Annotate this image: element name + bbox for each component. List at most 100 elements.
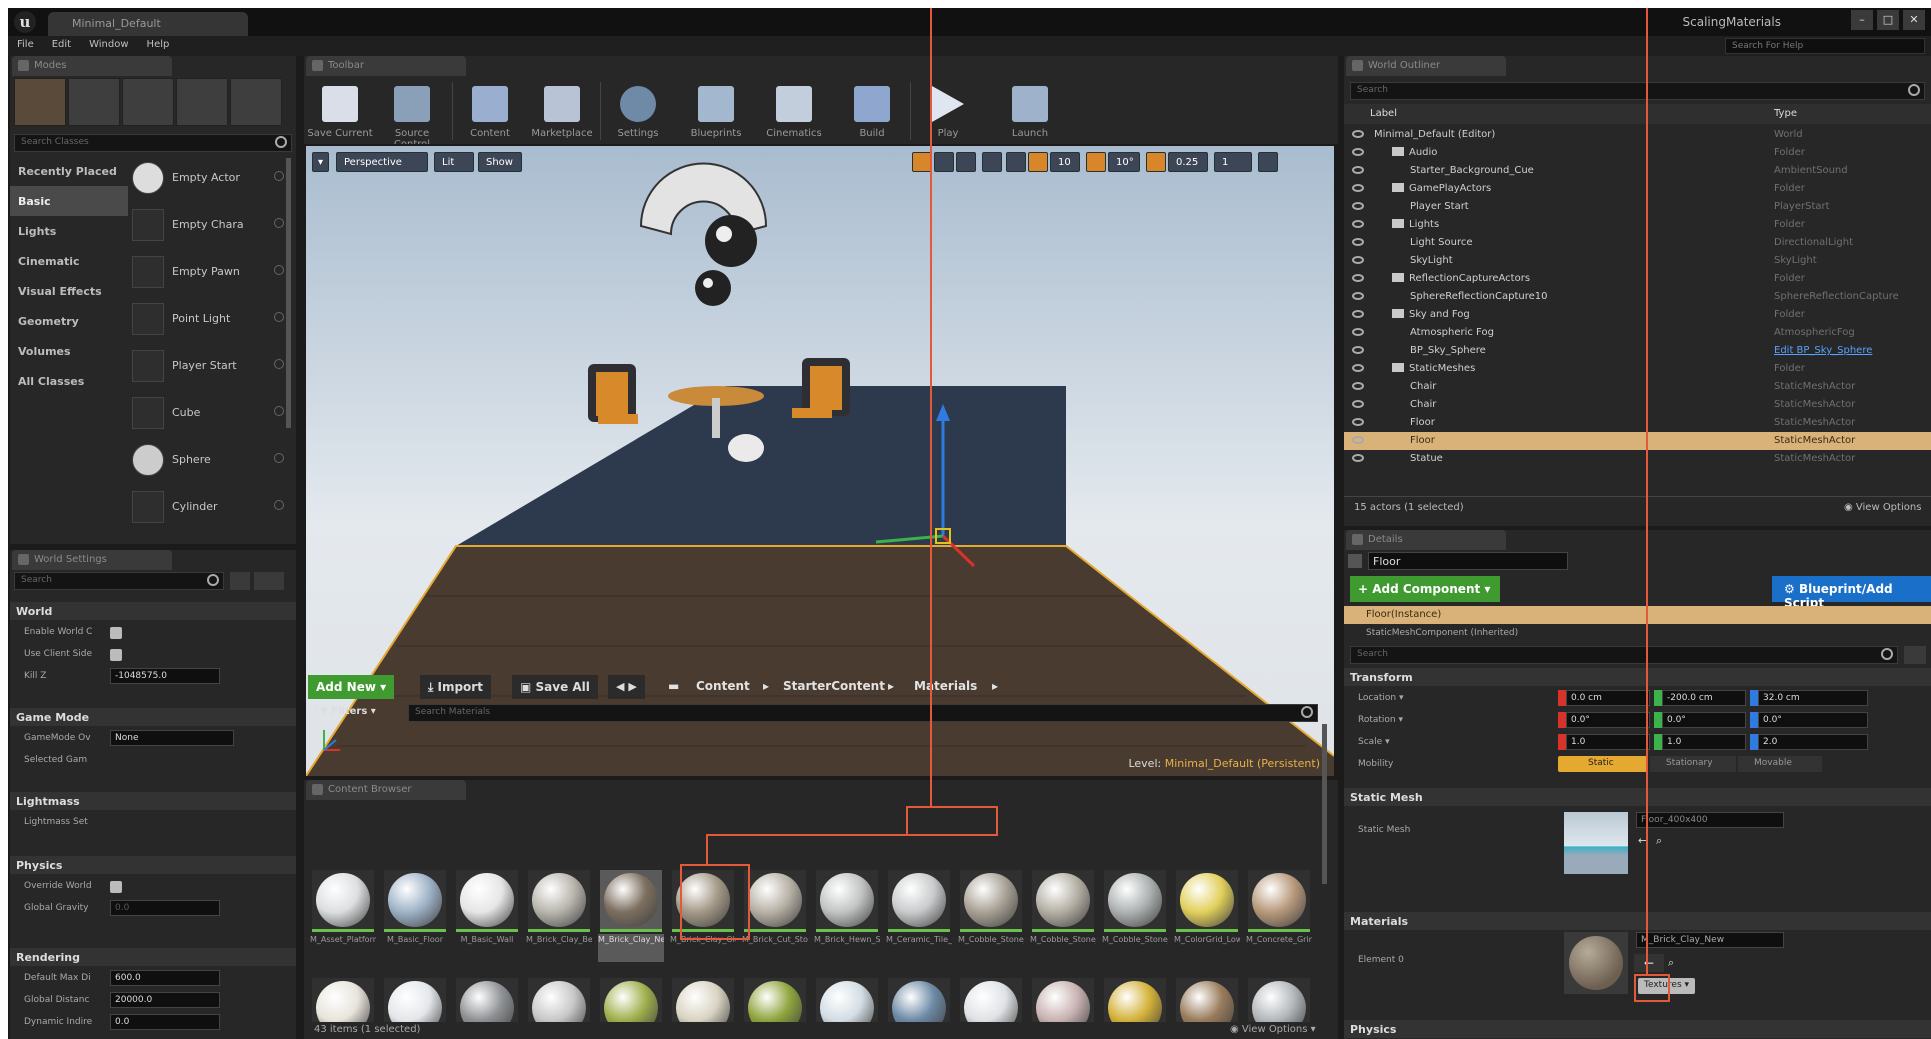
geometry-mode-icon[interactable]	[230, 78, 282, 126]
outliner-row[interactable]: SphereReflectionCapture10 SphereReflectio…	[1344, 288, 1931, 306]
kill-z-field[interactable]: -1048575.0	[110, 668, 220, 684]
section-rendering[interactable]: Rendering	[10, 948, 296, 966]
details-search-input[interactable]: Search	[1350, 646, 1898, 664]
asset-thumbnail[interactable]	[312, 978, 374, 1022]
menu-window[interactable]: Window	[80, 36, 137, 53]
asset-thumbnail[interactable]	[456, 870, 518, 932]
outliner-row[interactable]: Minimal_Default (Editor) World	[1344, 126, 1931, 144]
outliner-row[interactable]: Sky and Fog Folder	[1344, 306, 1931, 324]
section-static-mesh[interactable]: Static Mesh	[1344, 788, 1931, 806]
asset-thumbnail[interactable]	[312, 870, 374, 932]
visibility-eye-icon[interactable]	[1352, 364, 1364, 372]
outliner-row[interactable]: BP_Sky_Sphere Edit BP_Sky_Sphere	[1344, 342, 1931, 360]
forward-arrow-icon[interactable]: ▶	[628, 680, 636, 693]
section-transform[interactable]: Transform	[1344, 668, 1931, 686]
asset-thumbnail[interactable]	[1104, 978, 1166, 1022]
mobility-stationary-button[interactable]: Stationary	[1650, 756, 1736, 772]
content-browser-tab[interactable]: Content Browser	[306, 780, 466, 800]
asset-thumbnail[interactable]	[744, 978, 806, 1022]
scale-z-field[interactable]: 2.0	[1758, 734, 1868, 750]
component-row[interactable]: StaticMeshComponent (Inherited)	[1344, 626, 1931, 642]
asset-thumbnail[interactable]	[888, 978, 950, 1022]
perspective-button[interactable]: Perspective	[336, 152, 428, 172]
outliner-row[interactable]: Floor StaticMeshActor	[1344, 432, 1931, 450]
location-z-field[interactable]: 32.0 cm	[1758, 690, 1868, 706]
col-label[interactable]: Label	[1370, 108, 1397, 119]
visibility-eye-icon[interactable]	[1352, 454, 1364, 462]
menu-file[interactable]: File	[8, 36, 43, 53]
eye-options-icon[interactable]	[254, 572, 284, 590]
grid-snap-icon[interactable]	[1028, 152, 1048, 172]
outliner-row[interactable]: ReflectionCaptureActors Folder	[1344, 270, 1931, 288]
asset-thumbnail[interactable]	[1032, 870, 1094, 932]
place-item-empty-character[interactable]: Empty Chara	[132, 205, 288, 245]
rotation-snap-icon[interactable]	[1086, 152, 1106, 172]
scale-x-field[interactable]: 1.0	[1566, 734, 1650, 750]
minimize-button[interactable]: –	[1851, 10, 1873, 30]
asset-thumbnail[interactable]	[1248, 978, 1310, 1022]
marketplace-button[interactable]: Marketplace	[526, 78, 598, 144]
section-physics[interactable]: Physics	[10, 856, 296, 874]
visibility-eye-icon[interactable]	[1352, 292, 1364, 300]
section-world[interactable]: World	[10, 602, 296, 620]
outliner-row[interactable]: GamePlayActors Folder	[1344, 180, 1931, 198]
place-item-point-light[interactable]: Point Light	[132, 299, 288, 339]
place-mode-icon[interactable]	[14, 78, 66, 126]
category-visual-effects[interactable]: Visual Effects	[10, 276, 128, 306]
category-lights[interactable]: Lights	[10, 216, 128, 246]
outliner-row[interactable]: Chair StaticMeshActor	[1344, 396, 1931, 414]
visibility-eye-icon[interactable]	[1352, 346, 1364, 354]
world-settings-search-input[interactable]: Search	[14, 572, 224, 590]
scale-mode-icon[interactable]	[956, 152, 976, 172]
dynamic-indirect-field[interactable]: 0.0	[110, 1014, 220, 1030]
class-search-input[interactable]: Search Classes	[14, 134, 292, 152]
outliner-view-options[interactable]: ◉ View Options	[1844, 502, 1921, 513]
add-component-button[interactable]: + Add Component ▾	[1350, 576, 1500, 602]
category-basic[interactable]: Basic	[10, 186, 128, 216]
location-x-field[interactable]: 0.0 cm	[1566, 690, 1650, 706]
place-item-empty-pawn[interactable]: Empty Pawn	[132, 252, 288, 292]
default-max-field[interactable]: 600.0	[110, 970, 220, 986]
scale-snap-value[interactable]: 0.25	[1168, 152, 1208, 172]
outliner-search-input[interactable]: Search	[1350, 82, 1925, 100]
translate-mode-icon[interactable]	[912, 152, 932, 172]
world-local-icon[interactable]	[982, 152, 1002, 172]
asset-thumbnail[interactable]	[672, 978, 734, 1022]
asset-thumbnail[interactable]	[456, 978, 518, 1022]
asset-thumbnail[interactable]	[1176, 978, 1238, 1022]
asset-search-input[interactable]: Search Materials	[408, 704, 1318, 722]
save-current-button[interactable]: Save Current	[304, 78, 376, 144]
section-physics[interactable]: Physics	[1344, 1020, 1931, 1038]
blueprint-add-script-button[interactable]: ⚙ Blueprint/Add Script	[1772, 576, 1931, 610]
asset-thumbnail[interactable]	[960, 978, 1022, 1022]
visibility-eye-icon[interactable]	[1352, 418, 1364, 426]
maximize-viewport-icon[interactable]	[1258, 152, 1278, 172]
outliner-row[interactable]: Statue StaticMeshActor	[1344, 450, 1931, 468]
blueprints-button[interactable]: Blueprints	[680, 78, 752, 144]
visibility-eye-icon[interactable]	[1352, 148, 1364, 156]
content-button[interactable]: Content	[454, 78, 526, 144]
asset-thumbnail[interactable]	[600, 978, 662, 1022]
surface-snap-icon[interactable]	[1006, 152, 1026, 172]
rotation-y-field[interactable]: 0.0°	[1662, 712, 1746, 728]
import-button[interactable]: ⤓ Import	[420, 675, 491, 699]
global-distance-field[interactable]: 20000.0	[110, 992, 220, 1008]
place-item-sphere[interactable]: Sphere	[132, 440, 288, 480]
location-y-field[interactable]: -200.0 cm	[1662, 690, 1746, 706]
filters-button[interactable]: ⫶ ▼ Filters ▾	[314, 706, 376, 717]
mobility-static-button[interactable]: Static	[1558, 756, 1648, 772]
save-all-button[interactable]: ▣ Save All	[512, 675, 598, 699]
camera-speed-button[interactable]: 1	[1214, 152, 1252, 172]
visibility-eye-icon[interactable]	[1352, 184, 1364, 192]
breadcrumb-content[interactable]: Content	[696, 679, 750, 693]
rotation-x-field[interactable]: 0.0°	[1566, 712, 1650, 728]
menu-edit[interactable]: Edit	[43, 36, 80, 53]
grid-view-icon[interactable]	[230, 572, 250, 590]
viewport-menu-button[interactable]: ▾	[312, 152, 330, 172]
col-type[interactable]: Type	[1774, 108, 1797, 119]
browse-icon[interactable]: ⌕	[1668, 956, 1674, 970]
instance-row[interactable]: Floor(Instance)	[1344, 606, 1931, 624]
outliner-row[interactable]: Player Start PlayerStart	[1344, 198, 1931, 216]
outliner-row[interactable]: Chair StaticMeshActor	[1344, 378, 1931, 396]
enable-world-checkbox[interactable]	[110, 627, 122, 639]
